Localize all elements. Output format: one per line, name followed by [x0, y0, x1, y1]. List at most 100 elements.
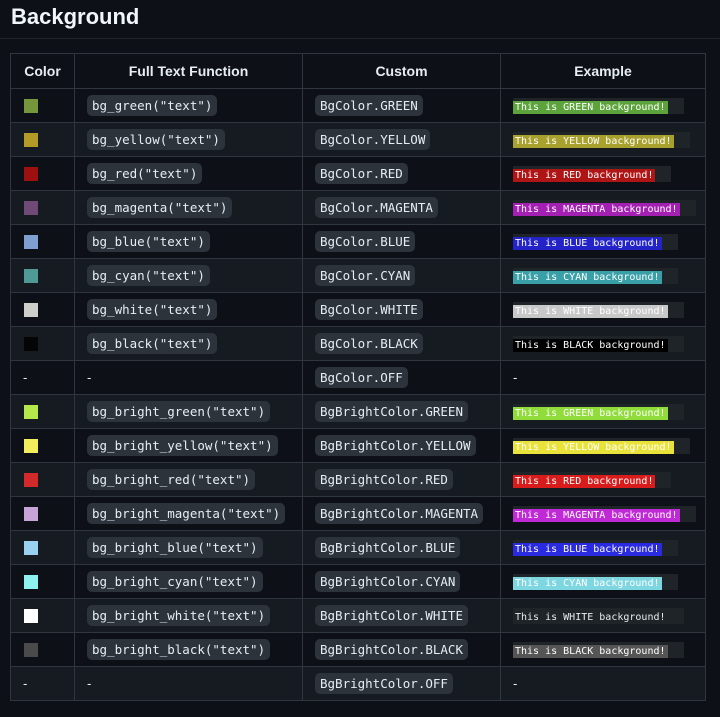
function-code: bg_white("text") — [87, 299, 218, 320]
color-swatch — [24, 473, 38, 488]
function-code: bg_bright_yellow("text") — [87, 435, 278, 456]
function-cell: bg_cyan("text") — [74, 258, 303, 293]
example-terminal-line: This is MAGENTA background! — [513, 505, 696, 522]
function-cell: bg_bright_white("text") — [74, 598, 303, 633]
color-swatch — [24, 575, 38, 590]
example-cell: This is YELLOW background! — [500, 428, 706, 463]
custom-cell: BgBrightColor.BLUE — [302, 530, 501, 565]
function-cell: bg_bright_green("text") — [74, 394, 303, 429]
example-output: This is WHITE background! — [513, 304, 668, 318]
custom-code: BgColor.CYAN — [315, 265, 416, 286]
example-cell: This is CYAN background! — [500, 564, 706, 599]
example-cell: This is RED background! — [500, 156, 706, 191]
column-header-custom: Custom — [302, 53, 501, 89]
custom-cell: BgColor.RED — [302, 156, 501, 191]
table-row: bg_magenta("text") BgColor.MAGENTA This is… — [10, 190, 706, 225]
custom-code: BgBrightColor.RED — [315, 469, 453, 490]
function-code: bg_bright_green("text") — [87, 401, 271, 422]
function-code: bg_bright_magenta("text") — [87, 503, 286, 524]
example-output: This is BLUE background! — [513, 236, 662, 250]
example-cell: This is CYAN background! — [500, 258, 706, 293]
empty-dash: - — [23, 370, 28, 385]
example-output: This is CYAN background! — [513, 576, 662, 590]
color-cell — [10, 496, 75, 531]
color-cell — [10, 122, 75, 157]
example-cell: This is GREEN background! — [500, 88, 706, 123]
color-cell — [10, 88, 75, 123]
custom-cell: BgColor.MAGENTA — [302, 190, 501, 225]
color-cell — [10, 190, 75, 225]
custom-cell: BgBrightColor.WHITE — [302, 598, 501, 633]
color-cell: - — [10, 360, 75, 395]
example-cell: This is WHITE background! — [500, 292, 706, 327]
function-code: bg_cyan("text") — [87, 265, 210, 286]
table-row: bg_blue("text") BgColor.BLUE This is BLUE … — [10, 224, 706, 259]
custom-code: BgBrightColor.YELLOW — [315, 435, 476, 456]
example-cell: This is GREEN background! — [500, 394, 706, 429]
function-code: bg_black("text") — [87, 333, 218, 354]
table-row: bg_white("text") BgColor.WHITE This is WHI… — [10, 292, 706, 327]
background-color-table: Color Full Text Function Custom Example … — [10, 53, 706, 701]
custom-cell: BgBrightColor.CYAN — [302, 564, 501, 599]
color-swatch — [24, 439, 38, 454]
empty-dash: - — [87, 370, 92, 385]
custom-code: BgBrightColor.BLUE — [315, 537, 461, 558]
color-swatch — [24, 133, 38, 148]
color-swatch — [24, 303, 38, 318]
table-row: bg_black("text") BgColor.BLACK This is BLA… — [10, 326, 706, 361]
color-cell — [10, 292, 75, 327]
table-row: bg_bright_magenta("text") BgBrightColor.M… — [10, 496, 706, 531]
color-swatch — [24, 99, 38, 114]
function-cell: bg_black("text") — [74, 326, 303, 361]
example-cell: This is YELLOW background! — [500, 122, 706, 157]
example-cell: This is BLACK background! — [500, 632, 706, 667]
example-terminal-line: This is GREEN background! — [513, 97, 684, 114]
function-code: bg_green("text") — [87, 95, 218, 116]
function-cell: bg_red("text") — [74, 156, 303, 191]
example-terminal-line: This is CYAN background! — [513, 267, 678, 284]
example-output: This is RED background! — [513, 474, 656, 488]
example-cell: This is BLUE background! — [500, 530, 706, 565]
example-terminal-line: This is BLUE background! — [513, 233, 678, 250]
color-swatch — [24, 405, 38, 420]
example-terminal-line: This is WHITE background! — [513, 301, 684, 318]
table-row: bg_bright_white("text") BgBrightColor.WHI… — [10, 598, 706, 633]
color-cell — [10, 632, 75, 667]
example-terminal-line: This is BLUE background! — [513, 539, 678, 556]
example-output: This is YELLOW background! — [513, 134, 674, 148]
custom-cell: BgBrightColor.MAGENTA — [302, 496, 501, 531]
custom-cell: BgColor.GREEN — [302, 88, 501, 123]
function-cell: - — [74, 360, 303, 395]
custom-cell: BgColor.BLUE — [302, 224, 501, 259]
empty-dash: - — [513, 676, 518, 691]
table-row: bg_green("text") BgColor.GREEN This is GRE… — [10, 88, 706, 123]
column-header-full-text-function: Full Text Function — [74, 53, 303, 89]
example-output: This is CYAN background! — [513, 270, 662, 284]
color-cell — [10, 564, 75, 599]
table-row: bg_cyan("text") BgColor.CYAN This is CYAN … — [10, 258, 706, 293]
custom-code: BgColor.OFF — [315, 367, 408, 388]
function-cell: bg_blue("text") — [74, 224, 303, 259]
function-code: bg_bright_cyan("text") — [87, 571, 263, 592]
example-cell: This is MAGENTA background! — [500, 190, 706, 225]
table-body: bg_green("text") BgColor.GREEN This is GRE… — [10, 88, 706, 701]
example-output: This is MAGENTA background! — [513, 202, 680, 216]
example-output: This is WHITE background! — [513, 610, 668, 624]
example-output: This is RED background! — [513, 168, 656, 182]
table-row: bg_bright_cyan("text") BgBrightColor.CYAN… — [10, 564, 706, 599]
example-terminal-line: This is YELLOW background! — [513, 437, 690, 454]
custom-cell: BgBrightColor.YELLOW — [302, 428, 501, 463]
table-row: bg_bright_yellow("text") BgBrightColor.YE… — [10, 428, 706, 463]
example-output: This is BLACK background! — [513, 644, 668, 658]
custom-cell: BgBrightColor.OFF — [302, 666, 501, 701]
example-output: This is BLUE background! — [513, 542, 662, 556]
color-cell — [10, 462, 75, 497]
example-terminal-line: This is GREEN background! — [513, 403, 684, 420]
function-cell: bg_white("text") — [74, 292, 303, 327]
function-cell: bg_green("text") — [74, 88, 303, 123]
custom-code: BgBrightColor.OFF — [315, 673, 453, 694]
custom-code: BgBrightColor.WHITE — [315, 605, 468, 626]
color-cell — [10, 394, 75, 429]
function-cell: bg_yellow("text") — [74, 122, 303, 157]
example-terminal-line: This is RED background! — [513, 471, 672, 488]
